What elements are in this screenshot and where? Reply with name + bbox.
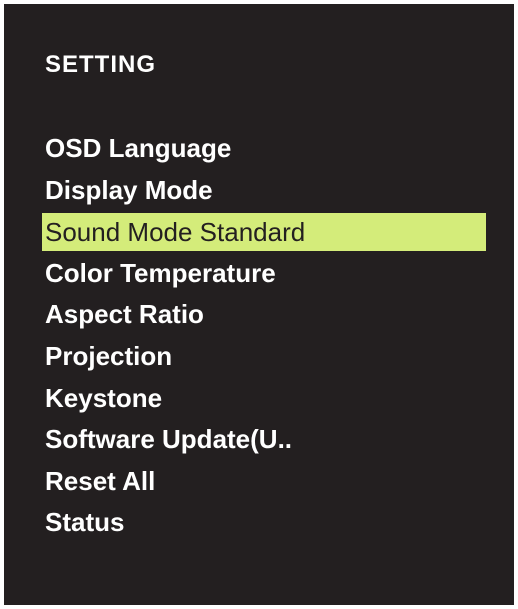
menu-item-status[interactable]: Status [42,502,486,544]
menu-item-aspect-ratio[interactable]: Aspect Ratio [42,294,486,336]
menu-item-osd-language[interactable]: OSD Language [42,128,486,170]
settings-osd-panel: SETTING OSD Language Display Mode Sound … [4,4,514,605]
menu-item-projection[interactable]: Projection [42,336,486,378]
settings-menu-list: OSD Language Display Mode Sound Mode Sta… [42,128,486,544]
menu-item-display-mode[interactable]: Display Mode [42,170,486,212]
menu-item-software-update[interactable]: Software Update(U.. [42,419,486,461]
menu-item-reset-all[interactable]: Reset All [42,461,486,503]
menu-title: SETTING [45,51,157,78]
menu-item-color-temperature[interactable]: Color Temperature [42,253,486,295]
menu-item-keystone[interactable]: Keystone [42,378,486,420]
menu-item-sound-mode-selected[interactable]: Sound Mode Standard [42,213,486,252]
